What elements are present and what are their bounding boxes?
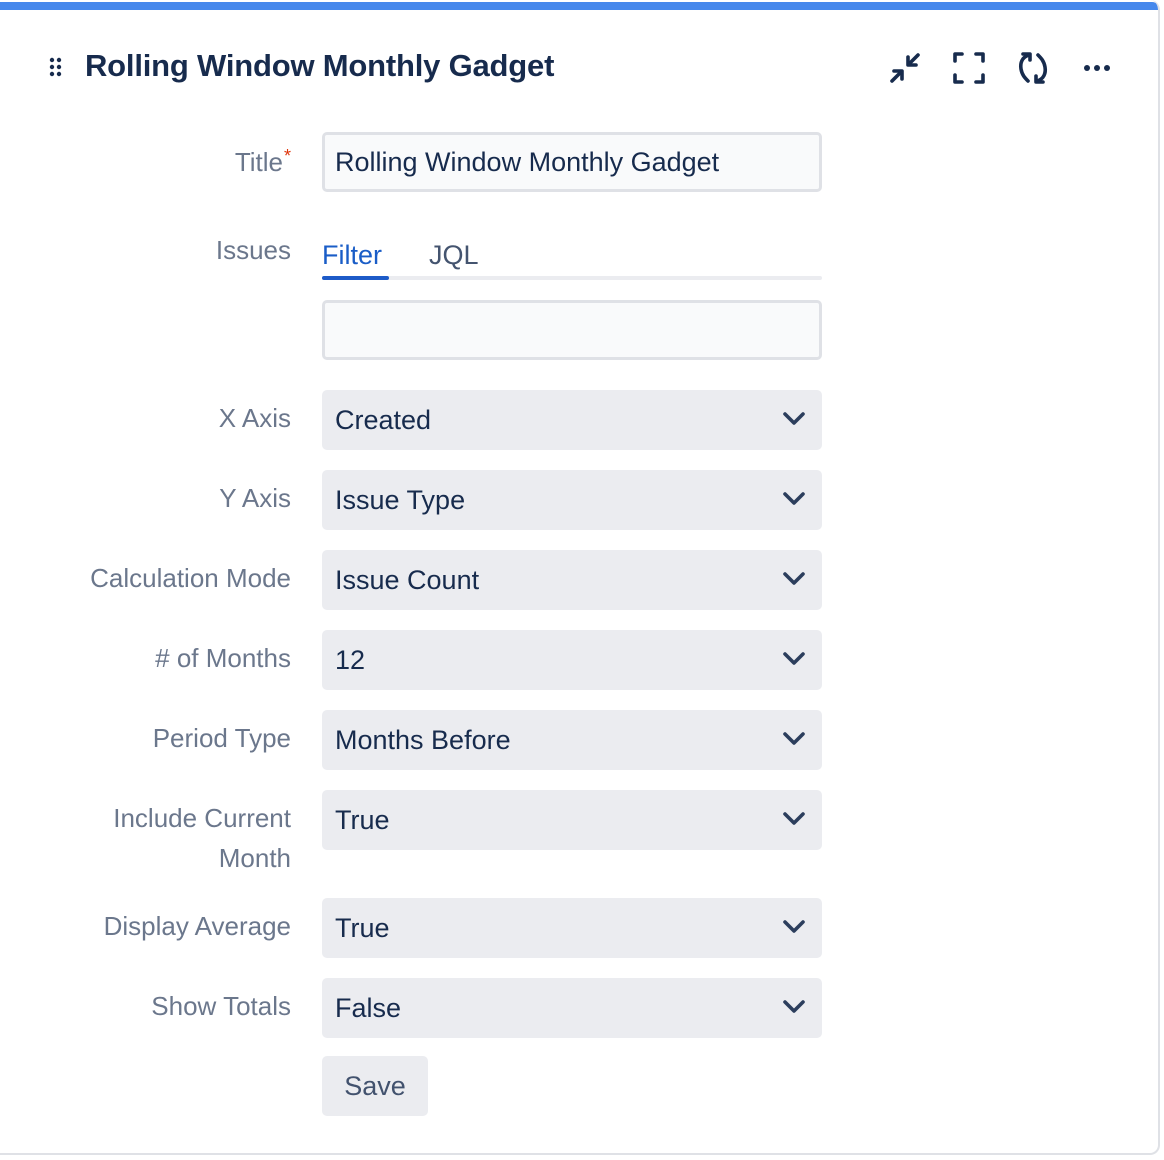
filter-input[interactable] [322,300,822,360]
x-axis-select[interactable]: Created [322,390,822,450]
include-current-month-select[interactable]: True [322,790,822,850]
chevron-down-icon [782,810,806,828]
calculation-mode-select[interactable]: Issue Count [322,550,822,610]
drag-handle-icon[interactable] [48,56,64,78]
tab-jql-label: JQL [429,240,479,270]
tabs-divider [322,276,822,280]
months-value: 12 [335,645,366,675]
more-icon [1082,63,1112,73]
chevron-down-icon [782,490,806,508]
period-type-select[interactable]: Months Before [322,710,822,770]
chevron-down-icon [782,410,806,428]
chevron-down-icon [782,650,806,668]
active-tab-indicator [322,276,389,280]
issues-tabs: Filter JQL [322,230,822,280]
period-type-value: Months Before [335,725,511,755]
display-average-select[interactable]: True [322,898,822,958]
chevron-down-icon [782,570,806,588]
y-axis-value: Issue Type [335,485,466,515]
y-axis-select[interactable]: Issue Type [322,470,822,530]
display-average-label: Display Average [103,911,291,941]
save-button[interactable]: Save [322,1056,428,1116]
y-axis-label: Y Axis [219,483,291,513]
show-totals-select[interactable]: False [322,978,822,1038]
display-average-value: True [335,913,390,943]
show-totals-value: False [335,993,402,1023]
chevron-down-icon [782,918,806,936]
more-actions-button[interactable] [1075,46,1119,90]
required-marker: * [283,146,291,166]
gadget-title: Rolling Window Monthly Gadget [85,48,555,83]
title-label: Title* [31,142,291,182]
minimize-button[interactable] [883,46,927,90]
chevron-down-icon [782,730,806,748]
fullscreen-button[interactable] [947,46,991,90]
calculation-mode-label: Calculation Mode [90,563,291,593]
gadget-panel: Rolling Window Monthly Gadget Title* Rol… [0,0,1160,1155]
chevron-down-icon [782,998,806,1016]
minimize-icon [887,50,923,86]
months-label: # of Months [155,643,291,673]
refresh-button[interactable] [1011,46,1055,90]
show-totals-label: Show Totals [151,991,291,1021]
include-current-month-value: True [335,805,390,835]
tab-filter-label: Filter [322,240,382,270]
period-type-label: Period Type [152,723,291,753]
title-label-text: Title [234,147,283,177]
x-axis-value: Created [335,405,432,435]
gadget-header: Rolling Window Monthly Gadget [0,10,1158,120]
x-axis-label: X Axis [218,403,291,433]
fullscreen-icon [951,50,987,86]
tab-filter[interactable]: Filter [322,230,389,280]
refresh-icon [1015,50,1051,86]
issues-label: Issues [215,235,291,265]
gadget-accent-bar [0,2,1158,10]
include-current-month-label: Include Current Month [31,798,291,878]
title-input[interactable] [322,132,822,192]
tab-jql[interactable]: JQL [429,230,489,280]
calculation-mode-value: Issue Count [335,565,480,595]
months-select[interactable]: 12 [322,630,822,690]
include-current-month-label-line1: Include Current [113,803,291,833]
include-current-month-label-line2: Month [218,843,291,873]
